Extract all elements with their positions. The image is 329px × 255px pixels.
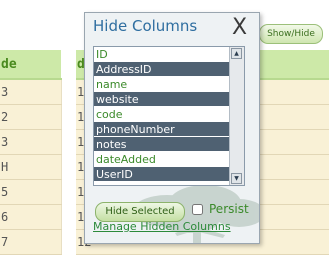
- persist-checkbox[interactable]: [192, 204, 203, 215]
- scrollbar[interactable]: ▲ ▼: [229, 47, 244, 185]
- table-cell: 5: [0, 179, 62, 205]
- column-header[interactable]: de: [0, 50, 61, 80]
- column-list-item[interactable]: name: [94, 77, 229, 92]
- manage-hidden-columns-link[interactable]: Manage Hidden Columns: [93, 220, 231, 233]
- hide-selected-button[interactable]: Hide Selected: [95, 202, 185, 222]
- column-list-item[interactable]: notes: [94, 137, 229, 152]
- hide-columns-popup: Hide Columns X ID AddressID name website cod…: [84, 12, 260, 244]
- table-cell: 3: [0, 79, 62, 105]
- table-cell: H: [0, 154, 62, 180]
- persist-label: Persist: [209, 202, 249, 216]
- column-list-item[interactable]: phoneNumber: [94, 122, 229, 137]
- column-list-item[interactable]: website: [94, 92, 229, 107]
- column-list-item[interactable]: UserID: [94, 167, 229, 182]
- column-list-item[interactable]: dateAdded: [94, 152, 229, 167]
- table-cell: 7: [0, 229, 62, 255]
- scroll-down-arrow-icon[interactable]: ▼: [231, 173, 242, 184]
- table-cell: 2: [0, 104, 62, 130]
- table-cell: 3: [0, 129, 62, 155]
- column-list-item[interactable]: ID: [94, 47, 229, 62]
- show-hide-button[interactable]: Show/Hide: [259, 24, 323, 44]
- column-listbox[interactable]: ID AddressID name website code phoneNumber not…: [93, 46, 245, 186]
- table-cell: 6: [0, 204, 62, 230]
- column-list-item[interactable]: AddressID: [94, 62, 229, 77]
- close-icon[interactable]: X: [232, 13, 247, 43]
- popup-title: Hide Columns: [93, 17, 198, 35]
- scroll-up-arrow-icon[interactable]: ▲: [231, 48, 242, 59]
- column-list-item[interactable]: code: [94, 107, 229, 122]
